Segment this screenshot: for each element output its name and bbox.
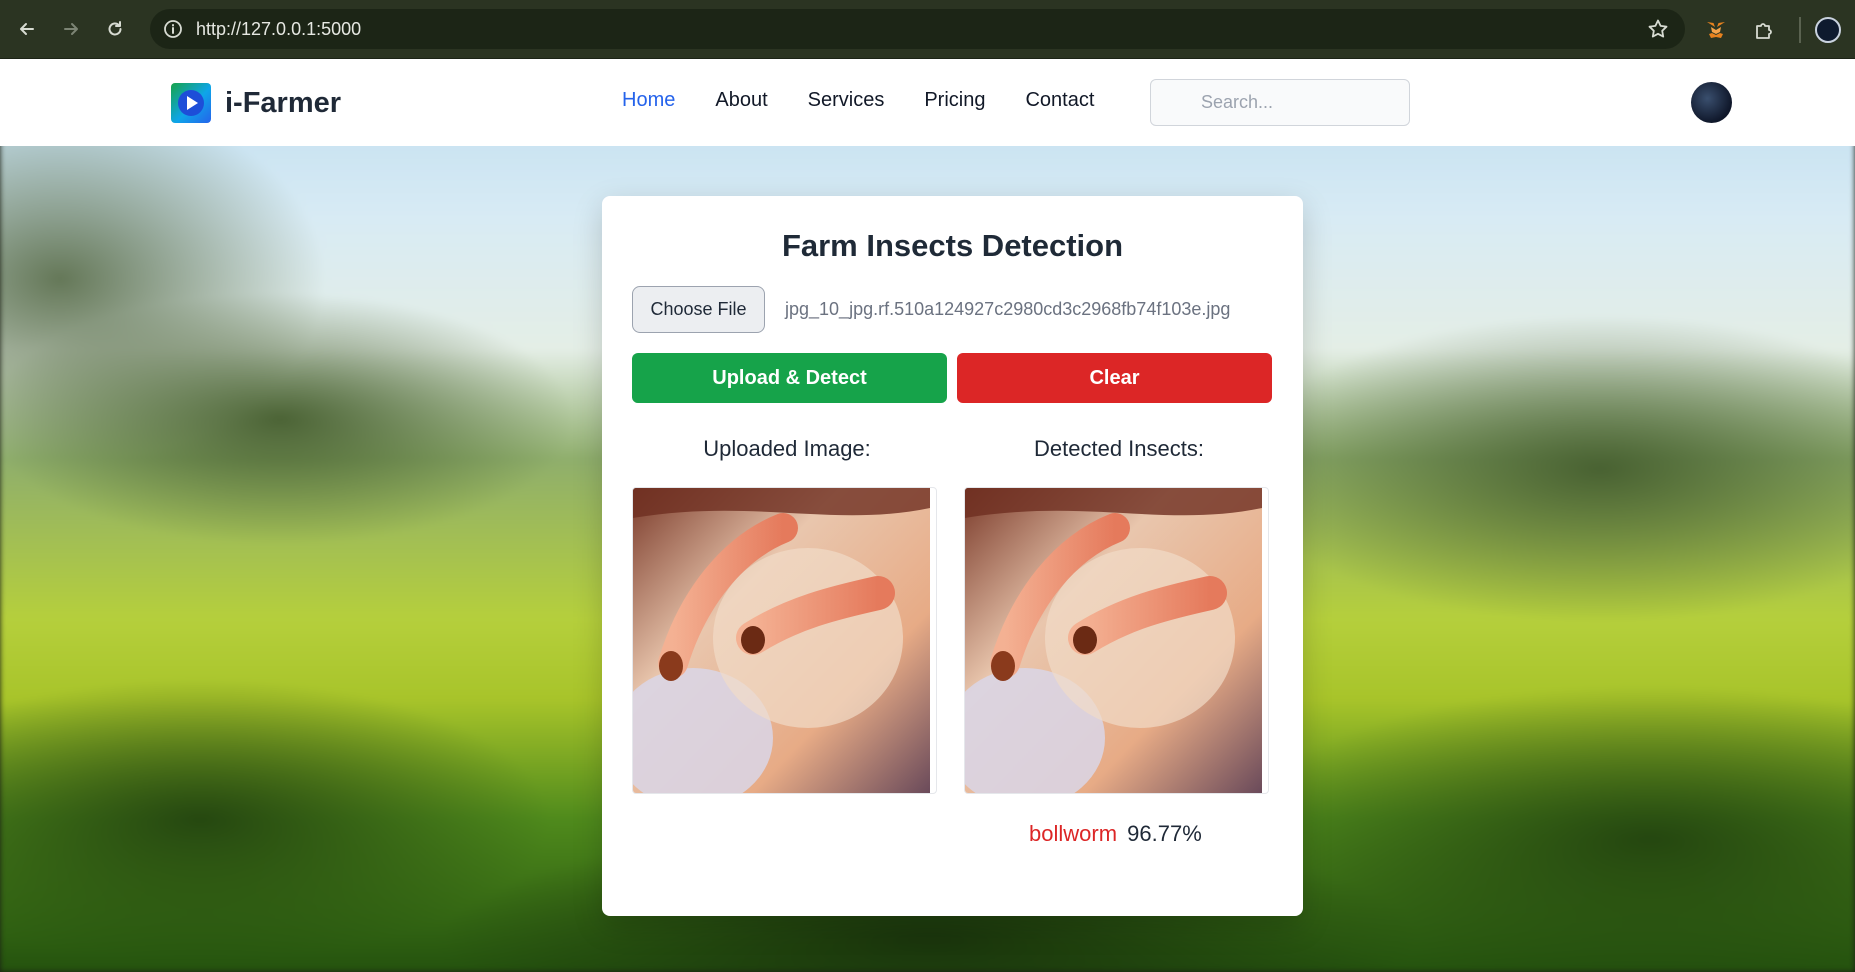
address-bar[interactable]: http://127.0.0.1:5000	[150, 9, 1685, 49]
extensions-puzzle-icon[interactable]	[1751, 17, 1777, 43]
metamask-extension-icon[interactable]	[1703, 17, 1729, 43]
nav-services[interactable]: Services	[808, 89, 885, 112]
user-avatar[interactable]	[1691, 82, 1732, 123]
forward-icon[interactable]	[58, 16, 84, 42]
bookmark-star-icon[interactable]	[1647, 18, 1669, 45]
page: i-Farmer Home About Services Pricing Con…	[0, 59, 1855, 972]
detection-result: bollworm 96.77%	[1029, 821, 1202, 847]
choose-file-button[interactable]: Choose File	[632, 286, 765, 333]
action-buttons: Upload & Detect Clear	[632, 353, 1272, 403]
detected-label: bollworm	[1029, 821, 1118, 846]
brand-logo[interactable]: i-Farmer	[171, 83, 341, 123]
nav-home[interactable]: Home	[622, 89, 675, 112]
detected-image	[964, 487, 1269, 794]
search-container	[1150, 79, 1410, 126]
toolbar-divider	[1799, 16, 1801, 43]
nav-contact[interactable]: Contact	[1025, 89, 1094, 112]
clear-button[interactable]: Clear	[957, 353, 1272, 403]
site-header: i-Farmer Home About Services Pricing Con…	[0, 59, 1855, 146]
nav-about[interactable]: About	[715, 89, 767, 112]
site-info-icon[interactable]	[162, 18, 184, 40]
detected-insects-heading: Detected Insects:	[1034, 436, 1204, 461]
url-text[interactable]: http://127.0.0.1:5000	[196, 19, 361, 40]
search-input[interactable]	[1151, 80, 1409, 125]
main-nav: Home About Services Pricing Contact	[622, 89, 1134, 112]
nav-pricing[interactable]: Pricing	[924, 89, 985, 112]
browser-profile-avatar[interactable]	[1815, 16, 1841, 43]
brand-name: i-Farmer	[225, 86, 342, 119]
uploaded-image-heading: Uploaded Image:	[703, 436, 871, 461]
reload-icon[interactable]	[102, 16, 128, 42]
browser-toolbar: http://127.0.0.1:5000	[0, 0, 1855, 59]
detected-confidence: 96.77%	[1127, 821, 1202, 846]
selected-file-name: jpg_10_jpg.rf.510a124927c2980cd3c2968fb7…	[785, 299, 1231, 319]
uploaded-image	[632, 487, 937, 794]
upload-detect-button[interactable]: Upload & Detect	[632, 353, 947, 403]
card-title: Farm Insects Detection	[781, 228, 1124, 263]
back-icon[interactable]	[14, 16, 40, 42]
logo-play-icon	[171, 83, 211, 123]
detection-card: Farm Insects Detection Choose File jpg_1…	[602, 196, 1303, 916]
file-picker: Choose File jpg_10_jpg.rf.510a124927c298…	[632, 286, 1230, 333]
